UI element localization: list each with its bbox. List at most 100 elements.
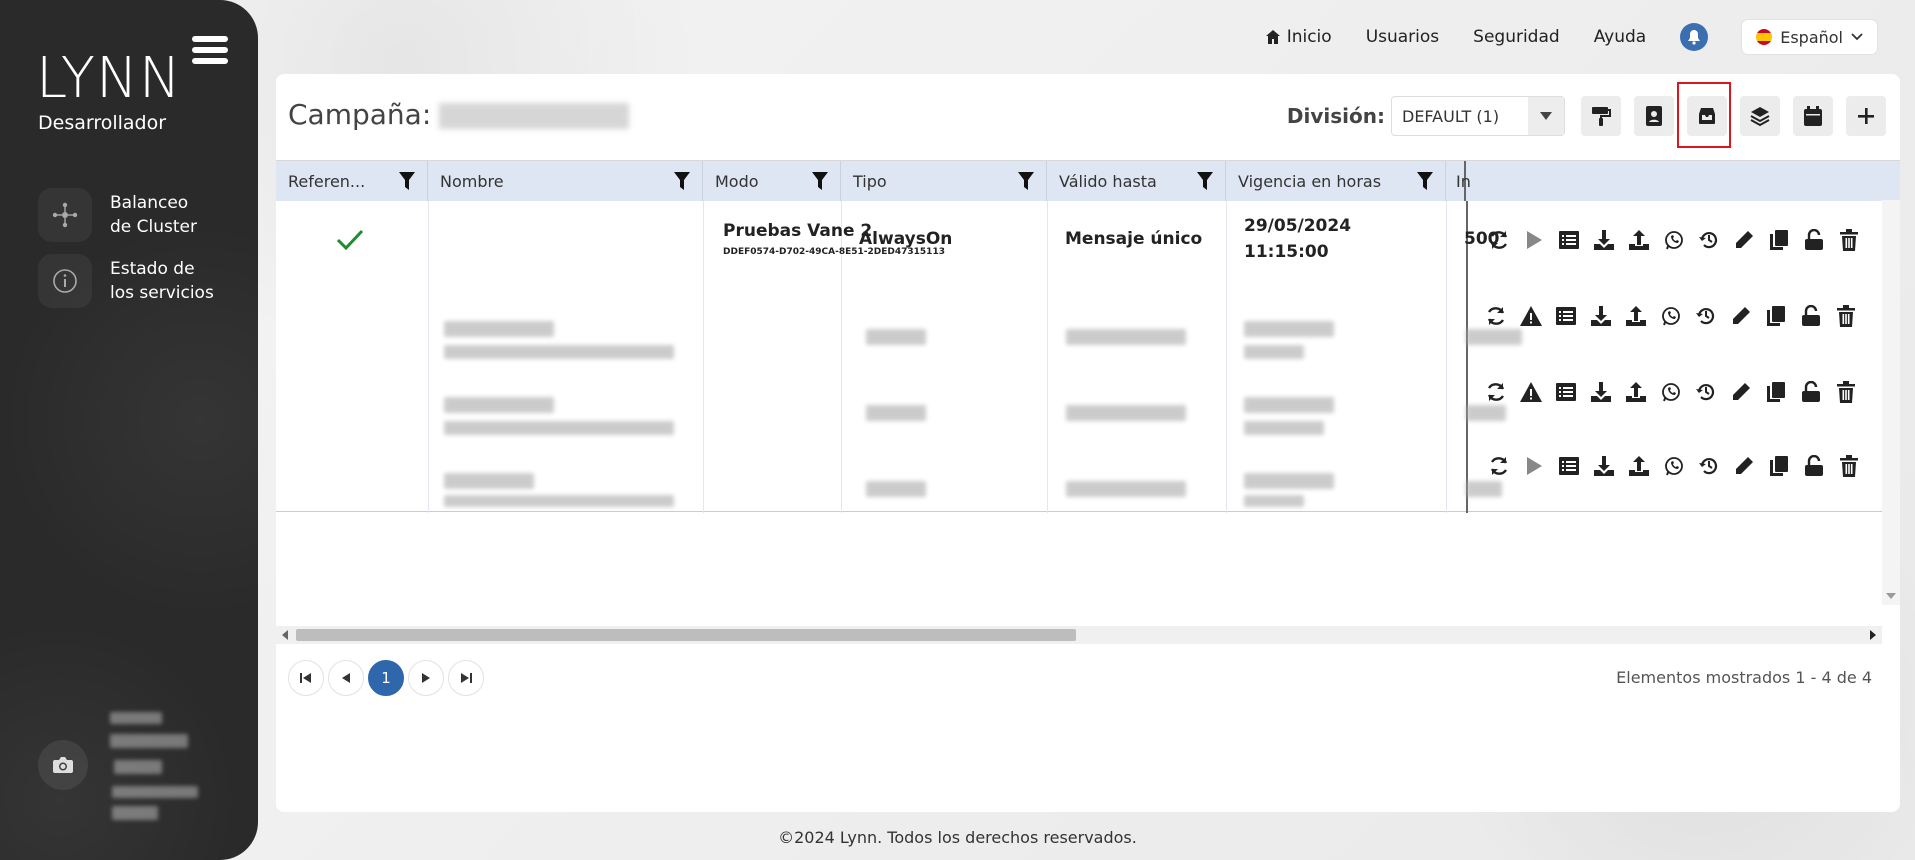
blurred-row-content xyxy=(444,321,554,337)
download-icon[interactable] xyxy=(1591,453,1616,478)
division-select[interactable]: DEFAULT (1) xyxy=(1391,96,1565,136)
filter-icon[interactable] xyxy=(674,172,690,190)
filter-icon[interactable] xyxy=(1417,172,1433,190)
horizontal-scrollbar[interactable] xyxy=(276,626,1882,644)
unlock-icon[interactable] xyxy=(1798,303,1823,328)
prev-page-button[interactable] xyxy=(328,660,364,696)
scroll-down-icon[interactable] xyxy=(1886,593,1896,599)
layers-button[interactable] xyxy=(1740,96,1780,136)
column-label: Válido hasta xyxy=(1059,171,1157,191)
history-icon[interactable] xyxy=(1696,227,1721,252)
download-icon[interactable] xyxy=(1588,303,1613,328)
upload-icon[interactable] xyxy=(1626,227,1651,252)
whatsapp-icon[interactable] xyxy=(1661,453,1686,478)
column-header-hours[interactable]: Vigencia en horas xyxy=(1226,161,1446,201)
list-icon[interactable] xyxy=(1553,303,1578,328)
hamburger-menu-button[interactable] xyxy=(192,36,228,70)
blurred-user-info xyxy=(112,786,198,798)
column-header-reference[interactable]: Referen... xyxy=(276,161,428,201)
column-header-type[interactable]: Tipo xyxy=(841,161,1047,201)
warning-icon[interactable] xyxy=(1518,303,1543,328)
warning-icon[interactable] xyxy=(1518,379,1543,404)
list-icon[interactable] xyxy=(1556,227,1581,252)
copy-icon[interactable] xyxy=(1763,303,1788,328)
nav-home-link[interactable]: Inicio xyxy=(1265,27,1332,47)
scrollbar-thumb[interactable] xyxy=(296,629,1076,641)
filter-icon[interactable] xyxy=(399,172,415,190)
scroll-left-icon[interactable] xyxy=(282,630,288,640)
whatsapp-icon[interactable] xyxy=(1658,303,1683,328)
column-header-name[interactable]: Nombre xyxy=(428,161,703,201)
page-1-button[interactable]: 1 xyxy=(368,660,404,696)
last-page-icon xyxy=(461,673,472,683)
add-campaign-button[interactable] xyxy=(1846,96,1886,136)
last-page-button[interactable] xyxy=(448,660,484,696)
whatsapp-icon[interactable] xyxy=(1661,227,1686,252)
refresh-icon[interactable] xyxy=(1483,303,1508,328)
trash-icon[interactable] xyxy=(1836,227,1861,252)
archive-inbox-button[interactable] xyxy=(1677,82,1731,148)
refresh-icon[interactable] xyxy=(1486,227,1511,252)
play-icon[interactable] xyxy=(1521,453,1546,478)
sidebar-item-cluster-balance[interactable]: Balanceo de Cluster xyxy=(38,188,197,242)
upload-icon[interactable] xyxy=(1626,453,1651,478)
edit-pencil-icon[interactable] xyxy=(1728,303,1753,328)
filter-icon[interactable] xyxy=(812,172,828,190)
grid-header: Referen... Nombre Modo Tipo Válido hasta… xyxy=(276,161,1900,201)
upload-icon[interactable] xyxy=(1623,379,1648,404)
vertical-scrollbar[interactable] xyxy=(1882,200,1900,605)
play-icon[interactable] xyxy=(1521,227,1546,252)
unlock-icon[interactable] xyxy=(1798,379,1823,404)
refresh-icon[interactable] xyxy=(1486,453,1511,478)
next-page-button[interactable] xyxy=(408,660,444,696)
type-cell: Mensaje único xyxy=(1065,229,1203,249)
download-icon[interactable] xyxy=(1588,379,1613,404)
filter-icon[interactable] xyxy=(1197,172,1213,190)
filter-icon[interactable] xyxy=(1018,172,1034,190)
spain-flag-icon xyxy=(1756,29,1773,45)
copy-icon[interactable] xyxy=(1763,379,1788,404)
upload-icon[interactable] xyxy=(1623,303,1648,328)
camera-icon[interactable] xyxy=(38,740,88,790)
nav-users-link[interactable]: Usuarios xyxy=(1366,27,1439,47)
sidebar-item-service-status[interactable]: Estado de los servicios xyxy=(38,254,214,308)
division-value: DEFAULT (1) xyxy=(1402,106,1500,126)
lynn-logo: LYNN xyxy=(36,46,182,111)
nav-help-link[interactable]: Ayuda xyxy=(1594,27,1647,47)
list-icon[interactable] xyxy=(1556,453,1581,478)
download-icon[interactable] xyxy=(1591,227,1616,252)
unlock-icon[interactable] xyxy=(1801,227,1826,252)
copy-icon[interactable] xyxy=(1766,227,1791,252)
edit-pencil-icon[interactable] xyxy=(1731,227,1756,252)
blurred-row-content xyxy=(444,495,674,507)
notifications-bell-icon[interactable] xyxy=(1680,23,1709,51)
trash-icon[interactable] xyxy=(1833,379,1858,404)
column-label: Tipo xyxy=(853,171,887,191)
history-icon[interactable] xyxy=(1693,303,1718,328)
column-header-valid-until[interactable]: Válido hasta xyxy=(1047,161,1226,201)
column-header-partial[interactable]: In xyxy=(1446,161,1471,201)
edit-pencil-icon[interactable] xyxy=(1731,453,1756,478)
layers-icon xyxy=(1750,107,1770,127)
blurred-row-content xyxy=(866,405,926,421)
first-page-button[interactable] xyxy=(288,660,324,696)
history-icon[interactable] xyxy=(1693,379,1718,404)
campaign-grid: Referen... Nombre Modo Tipo Válido hasta… xyxy=(276,160,1900,513)
trash-icon[interactable] xyxy=(1833,303,1858,328)
list-icon[interactable] xyxy=(1553,379,1578,404)
paint-roller-button[interactable] xyxy=(1581,96,1621,136)
nav-security-link[interactable]: Seguridad xyxy=(1473,27,1560,47)
language-selector[interactable]: Español xyxy=(1742,20,1877,54)
edit-pencil-icon[interactable] xyxy=(1728,379,1753,404)
history-icon[interactable] xyxy=(1696,453,1721,478)
copy-icon[interactable] xyxy=(1766,453,1791,478)
trash-icon[interactable] xyxy=(1836,453,1861,478)
unlock-icon[interactable] xyxy=(1801,453,1826,478)
contacts-button[interactable] xyxy=(1634,96,1674,136)
scroll-right-icon[interactable] xyxy=(1870,630,1876,640)
blurred-row-content xyxy=(444,421,674,435)
calendar-button[interactable] xyxy=(1793,96,1833,136)
whatsapp-icon[interactable] xyxy=(1658,379,1683,404)
column-header-mode[interactable]: Modo xyxy=(703,161,841,201)
refresh-icon[interactable] xyxy=(1483,379,1508,404)
